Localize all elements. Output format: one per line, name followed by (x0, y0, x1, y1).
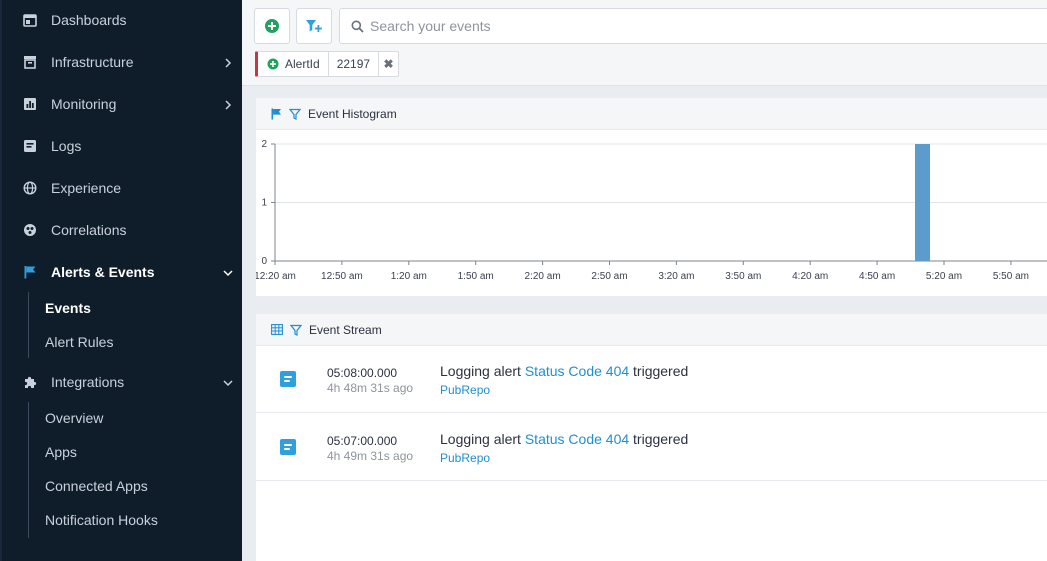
search-input[interactable] (370, 18, 1010, 34)
logs-icon (22, 138, 38, 154)
alert-rule-link[interactable]: Status Code 404 (525, 363, 629, 379)
x-tick-label: 12:20 am (256, 271, 296, 282)
sidebar-subitem-overview[interactable]: Overview (45, 403, 103, 433)
search-box (339, 8, 1047, 44)
sidebar-item-label: Dashboards (51, 12, 127, 28)
correlations-icon (22, 222, 38, 238)
chevron-down-icon (222, 266, 234, 278)
sidebar-item-label: Infrastructure (51, 54, 134, 70)
x-tick-label: 5:50 am (993, 271, 1029, 282)
filter-key-label: AlertId (285, 57, 320, 71)
filter-icon[interactable] (289, 108, 301, 120)
filter-chip: AlertId 22197 ✖ (255, 51, 400, 77)
alert-rule-link[interactable]: Status Code 404 (525, 431, 629, 447)
filter-icon[interactable] (290, 324, 302, 336)
y-tick-label: 2 (261, 139, 267, 150)
event-stream-title: Event Stream (309, 322, 382, 337)
sidebar-item-label: Monitoring (51, 96, 117, 112)
event-stream-panel: Event Stream 05:08:00.000 4h 48m 31s ago… (256, 314, 1047, 561)
filter-plus-icon (306, 20, 322, 32)
dashboard-icon (22, 12, 38, 28)
event-source-link[interactable]: PubRepo (440, 383, 490, 397)
sidebar-item-experience[interactable]: Experience (2, 168, 244, 208)
x-tick-label: 3:50 am (725, 271, 761, 282)
flag-icon (22, 264, 38, 280)
histogram-header: Event Histogram (256, 98, 1047, 130)
x-tick-label: 1:20 am (391, 271, 427, 282)
sidebar-item-label: Alerts & Events (51, 264, 155, 280)
search-icon (351, 20, 364, 38)
y-tick-label: 0 (261, 256, 267, 267)
x-tick-label: 4:50 am (859, 271, 895, 282)
x-tick-label: 2:20 am (525, 271, 561, 282)
sidebar-item-label: Logs (51, 138, 82, 154)
puzzle-icon (22, 374, 38, 390)
filter-chip-value[interactable]: 22197 (329, 52, 380, 76)
sidebar-item-infrastructure[interactable]: Infrastructure (2, 42, 244, 82)
submenu-rail (28, 402, 29, 538)
event-message-prefix: Logging alert (440, 363, 521, 379)
y-tick-label: 1 (261, 198, 267, 209)
sidebar-item-correlations[interactable]: Correlations (2, 210, 244, 250)
histogram-bar (915, 144, 931, 261)
event-row[interactable]: 05:08:00.000 4h 48m 31s ago Logging aler… (256, 346, 1047, 413)
event-source-link[interactable]: PubRepo (440, 451, 490, 465)
chevron-right-icon (222, 56, 234, 68)
flag-icon (271, 108, 281, 119)
sidebar-item-dashboards[interactable]: Dashboards (2, 0, 244, 40)
log-event-icon (280, 439, 296, 455)
x-tick-label: 5:20 am (926, 271, 962, 282)
sidebar-item-label: Experience (51, 180, 122, 196)
histogram-title: Event Histogram (308, 106, 397, 121)
histogram-chart: 0 1 2 12:20 am 12:50 am 1:20 am 1:50 am 2:20 am… (254, 139, 1047, 282)
sidebar-subitem-events[interactable]: Events (45, 293, 91, 323)
sidebar-subitem-connected-apps[interactable]: Connected Apps (45, 471, 148, 501)
event-stream-header: Event Stream (256, 314, 1047, 346)
x-tick-label: 3:20 am (658, 271, 694, 282)
event-timestamp: 05:08:00.000 (327, 366, 398, 380)
x-tick-label: 4:20 am (792, 271, 828, 282)
histogram-panel: Event Histogram 0 1 2 12:20 am 12:50 am 1:20 … (254, 98, 1047, 296)
sidebar-item-monitoring[interactable]: Monitoring (2, 84, 244, 124)
sidebar-subitem-notification-hooks[interactable]: Notification Hooks (45, 505, 158, 535)
add-filter-button[interactable] (296, 8, 332, 44)
event-message: Logging alert Status Code 404 triggered (440, 431, 688, 447)
x-tick-label: 2:50 am (591, 271, 627, 282)
sidebar-item-label: Integrations (51, 374, 125, 390)
chevron-right-icon (222, 98, 234, 110)
sidebar-item-integrations[interactable]: Integrations (2, 362, 244, 402)
sidebar-subitem-apps[interactable]: Apps (45, 437, 77, 467)
sidebar-item-logs[interactable]: Logs (2, 126, 244, 166)
filter-chip-key[interactable]: AlertId (258, 52, 329, 76)
toolbar: AlertId 22197 ✖ (242, 0, 1047, 86)
main-content: AlertId 22197 ✖ Event Histogram 0 1 2 12:20… (242, 0, 1047, 561)
event-message-prefix: Logging alert (440, 431, 521, 447)
add-circle-icon (267, 58, 279, 70)
chevron-down-icon (222, 376, 234, 388)
remove-filter-button[interactable]: ✖ (379, 52, 398, 76)
event-message: Logging alert Status Code 404 triggered (440, 363, 688, 379)
event-message-suffix: triggered (633, 431, 689, 447)
table-icon (271, 324, 283, 335)
monitoring-icon (22, 96, 38, 112)
x-tick-label: 1:50 am (458, 271, 494, 282)
sidebar-subitem-alert-rules[interactable]: Alert Rules (45, 327, 113, 357)
event-relative-time: 4h 49m 31s ago (327, 449, 414, 463)
x-tick-label: 12:50 am (321, 271, 363, 282)
log-event-icon (280, 371, 296, 387)
event-row[interactable]: 05:07:00.000 4h 49m 31s ago Logging aler… (256, 414, 1047, 481)
sidebar-item-alerts-events[interactable]: Alerts & Events (2, 252, 244, 292)
globe-icon (22, 180, 38, 196)
sidebar: Dashboards Infrastructure Monitoring Log… (0, 0, 242, 561)
add-event-button[interactable] (254, 8, 290, 44)
event-message-suffix: triggered (633, 363, 689, 379)
sidebar-item-label: Correlations (51, 222, 127, 238)
infrastructure-icon (22, 54, 38, 70)
add-circle-icon (265, 19, 279, 33)
event-relative-time: 4h 48m 31s ago (327, 381, 414, 395)
submenu-rail (28, 292, 29, 358)
event-timestamp: 05:07:00.000 (327, 434, 398, 448)
